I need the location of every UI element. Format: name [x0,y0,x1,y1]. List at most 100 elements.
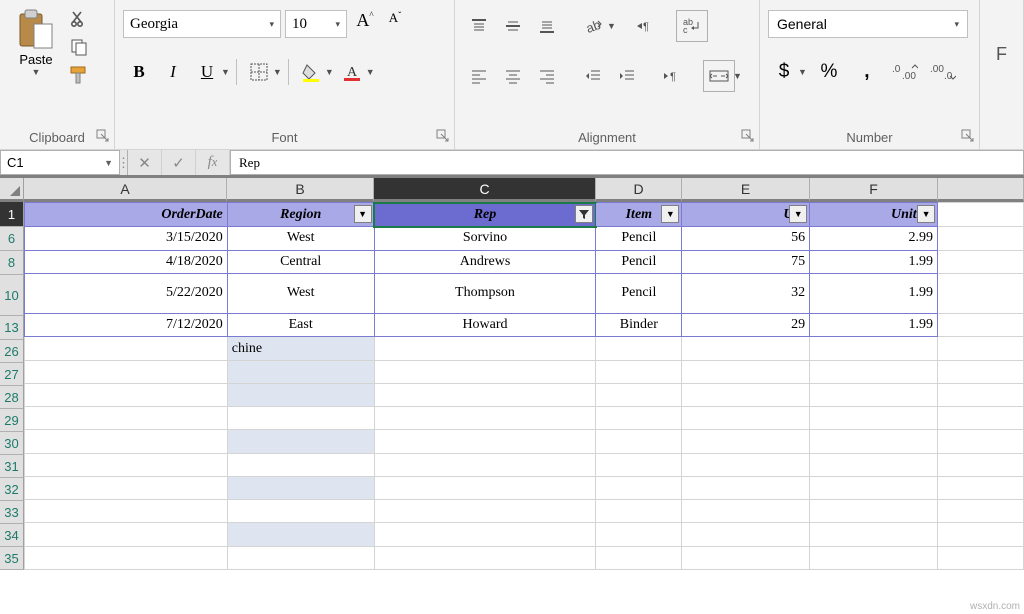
cell[interactable]: 3/15/2020 [24,227,227,250]
cell[interactable] [24,430,227,453]
enter-formula-button[interactable]: ✓ [162,150,196,175]
cell[interactable] [682,546,810,569]
cell[interactable] [938,383,1024,406]
cell[interactable]: 56 [682,227,810,250]
row-header[interactable]: 32 [0,478,24,501]
merge-center-button[interactable] [703,60,735,92]
header-cell[interactable]: UnitCo▼ [810,203,938,227]
chevron-down-icon[interactable]: ▼ [607,21,616,31]
cell[interactable] [596,337,682,360]
cell[interactable]: 1.99 [810,250,938,273]
cell[interactable]: East [227,314,374,337]
column-header-A[interactable]: A [24,178,227,202]
cancel-formula-button[interactable]: ✕ [128,150,162,175]
decrease-indent-button[interactable] [577,60,609,92]
align-left-button[interactable] [463,60,495,92]
select-all-button[interactable] [0,178,24,202]
cell[interactable] [682,500,810,523]
cell[interactable] [24,407,227,430]
name-box[interactable]: C1 ▼ [0,150,120,175]
column-header-D[interactable]: D [596,178,682,202]
cell[interactable] [810,430,938,453]
row-header[interactable]: 1 [0,202,24,227]
cell[interactable] [682,476,810,499]
cell[interactable] [596,476,682,499]
header-cell[interactable]: Rep [374,203,596,227]
cell[interactable] [938,546,1024,569]
format-painter-button[interactable] [68,64,90,86]
cell[interactable]: 75 [682,250,810,273]
cell[interactable] [938,453,1024,476]
cell[interactable] [682,453,810,476]
cell[interactable]: Pencil [596,250,682,273]
row-header[interactable]: 31 [0,455,24,478]
increase-indent-button[interactable] [611,60,643,92]
cell[interactable] [682,523,810,546]
cell[interactable] [374,453,596,476]
cell[interactable] [810,337,938,360]
cell[interactable] [24,476,227,499]
cell[interactable]: Central [227,250,374,273]
cell[interactable] [682,383,810,406]
cell[interactable] [227,430,374,453]
column-header-E[interactable]: E [682,178,810,202]
chevron-down-icon[interactable]: ▼ [733,71,742,81]
header-cell[interactable]: Region▼ [227,203,374,227]
cell[interactable] [938,337,1024,360]
cell[interactable] [810,523,938,546]
row-header[interactable]: 30 [0,432,24,455]
align-middle-button[interactable] [497,10,529,42]
cell[interactable]: Andrews [374,250,596,273]
cell[interactable] [24,383,227,406]
cell[interactable]: 1.99 [810,314,938,337]
cell[interactable] [24,360,227,383]
cell[interactable] [938,476,1024,499]
cell[interactable] [810,453,938,476]
cell[interactable]: Howard [374,314,596,337]
font-name-select[interactable]: Georgia ▾ [123,10,281,38]
decrease-font-button[interactable]: Aˇ [381,10,409,38]
chevron-down-icon[interactable]: ▼ [366,67,375,77]
align-center-button[interactable] [497,60,529,92]
row-header[interactable]: 6 [0,227,24,251]
font-dialog-launcher[interactable] [436,129,450,143]
header-cell[interactable]: OrderDate [24,203,227,227]
row-header[interactable]: 13 [0,316,24,340]
align-top-button[interactable] [463,10,495,42]
row-header[interactable]: 8 [0,251,24,275]
cell[interactable] [227,383,374,406]
cell[interactable] [682,407,810,430]
cell[interactable] [374,523,596,546]
font-color-button[interactable]: A [336,56,368,88]
cell[interactable] [596,360,682,383]
cell[interactable]: West [227,273,374,313]
cell[interactable]: 4/18/2020 [24,250,227,273]
row-header[interactable]: 10 [0,275,24,316]
cell[interactable] [227,523,374,546]
cell[interactable] [596,523,682,546]
chevron-down-icon[interactable]: ▼ [221,67,230,77]
increase-decimal-button[interactable]: .0.00 [889,56,921,88]
cell[interactable]: 32 [682,273,810,313]
chevron-down-icon[interactable]: ▼ [325,67,334,77]
cell[interactable]: 2.99 [810,227,938,250]
cell[interactable] [24,337,227,360]
formula-input[interactable]: Rep [230,150,1024,175]
cell[interactable]: Pencil [596,227,682,250]
ltr-button[interactable]: ¶ [657,60,689,92]
align-right-button[interactable] [531,60,563,92]
alignment-dialog-launcher[interactable] [741,129,755,143]
cell[interactable] [682,430,810,453]
column-header-blank[interactable] [938,178,1024,202]
cell[interactable]: 1.99 [810,273,938,313]
row-header[interactable]: 28 [0,386,24,409]
cell[interactable]: 29 [682,314,810,337]
formula-bar-gripper[interactable]: ⋮ [120,150,128,175]
fill-color-button[interactable] [295,56,327,88]
row-header[interactable]: 35 [0,547,24,570]
filter-dropdown-icon[interactable]: ▼ [917,205,935,223]
cell[interactable] [227,453,374,476]
row-header[interactable]: 33 [0,501,24,524]
cell[interactable] [596,407,682,430]
cell[interactable] [374,337,596,360]
